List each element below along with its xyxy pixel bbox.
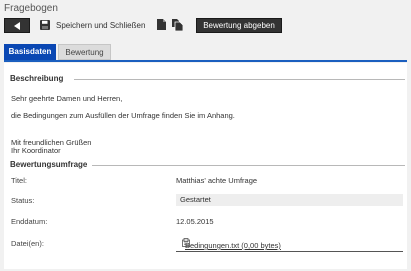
description-greeting: Sehr geehrte Damen und Herren, — [11, 94, 123, 103]
description-legend: Beschreibung — [10, 74, 64, 83]
arrow-left-icon — [14, 22, 20, 30]
files-label: Datei(en): — [11, 239, 44, 248]
file-link[interactable]: Bedingungen.txt (0,00 bytes) — [185, 241, 281, 250]
title-value: Matthias' achte Umfrage — [176, 176, 258, 185]
tab-bewertung[interactable]: Bewertung — [58, 44, 111, 60]
status-label: Status: — [11, 196, 35, 205]
form-content: Beschreibung Sehr geehrte Damen und Herr… — [4, 63, 407, 269]
title-label: Titel: — [11, 176, 27, 185]
end-date-label: Enddatum: — [11, 217, 48, 226]
save-and-close-button[interactable]: Speichern und Schließen — [56, 21, 145, 30]
tab-basisdaten[interactable]: Basisdaten — [4, 44, 56, 60]
document-icon[interactable] — [157, 19, 166, 30]
floppy-disk-icon[interactable] — [40, 20, 50, 30]
back-button[interactable] — [4, 18, 30, 33]
description-signature: Ihr Koordinator — [11, 146, 61, 155]
window-title: Fragebogen — [4, 3, 58, 14]
status-value: Gestartet — [176, 194, 403, 206]
tab-bar: Basisdaten Bewertung — [4, 44, 407, 62]
submit-rating-button[interactable]: Bewertung abgeben — [196, 18, 282, 33]
description-body: die Bedingungen zum Ausfüllen der Umfrag… — [11, 111, 235, 120]
file-attachment-field: Bedingungen.txt (0,00 bytes) — [176, 238, 403, 252]
toolbar: Speichern und Schließen Bewertung abgebe… — [4, 16, 407, 36]
survey-legend: Bewertungsumfrage — [10, 160, 88, 169]
documents-icon[interactable] — [172, 19, 183, 31]
end-date-value: 12.05.2015 — [176, 217, 214, 226]
survey-divider — [92, 165, 405, 166]
description-divider — [74, 79, 405, 80]
